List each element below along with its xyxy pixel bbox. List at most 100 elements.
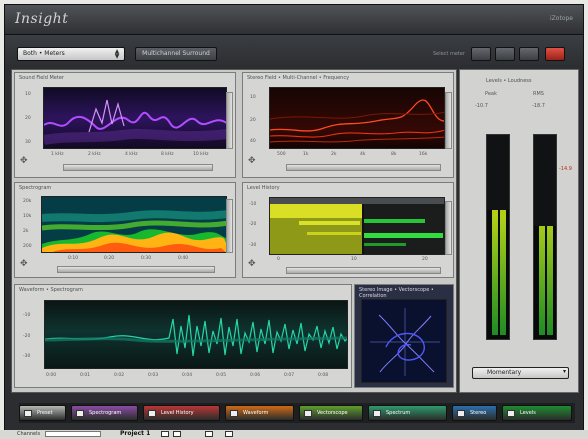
move-icon[interactable]: ✥ [248,259,256,269]
stereo-frequency-panel: Stereo Field • Multi-Channel • Frequency… [242,72,454,178]
x-tick: 16k [419,152,428,157]
frequency-line [270,111,444,120]
y-tick: 2k [23,229,29,234]
tab-waveform[interactable]: Waveform [225,405,294,421]
right-level-meter[interactable] [533,134,557,340]
preset-select[interactable]: Both • Meters ▲ ▼ [17,47,125,61]
tab-checkbox[interactable] [148,410,156,417]
panel-title: Sound Field Meter [19,75,64,81]
tab-stereo[interactable]: Stereo [452,405,497,421]
waveform-plot[interactable] [44,300,348,369]
status-bar: Channels Project 1 [0,430,588,439]
frequency-plot[interactable] [269,87,445,149]
left-meter-label: Peak [485,91,497,97]
horizontal-zoom-scrollbar[interactable] [286,267,441,274]
tab-checkbox[interactable] [373,410,381,417]
spectrum-floor [44,128,226,145]
spectrogram-plot[interactable] [41,196,227,253]
meter-mode-select[interactable]: Momentary ▾ [472,367,569,379]
red-frequency-svg [270,99,444,143]
tab-level-history[interactable]: Level History [143,405,220,421]
waveform-line [45,314,347,357]
project-control[interactable] [225,431,233,437]
loudness-marker: -14.9 [559,166,572,172]
level-history-segment [270,204,362,218]
waveform-centerline [45,336,347,343]
left-level-meter[interactable] [486,134,510,340]
tab-spectrogram[interactable]: Spectrogram [71,405,138,421]
toolbar: Both • Meters ▲ ▼ Multichannel Surround S… [5,35,583,69]
level-history-panel: Level History -10 -20 -30 0 10 20 ✥ [242,182,454,278]
x-tick: 4 kHz [125,152,138,157]
x-tick: 0:03 [148,373,159,378]
tab-checkbox[interactable] [507,410,515,417]
x-tick: 8 kHz [161,152,174,157]
vectorscope-plot[interactable] [361,299,447,383]
toolbar-label: Select meter [432,51,465,57]
spectrum-line [44,111,226,130]
move-icon[interactable]: ✥ [248,156,256,166]
tab-checkbox[interactable] [457,410,465,417]
vertical-zoom-scrollbar[interactable] [226,92,233,149]
tab-vectorscope[interactable]: Vectorscope [299,405,363,421]
project-control[interactable] [205,431,213,437]
x-tick: 4k [360,152,366,157]
title-bar: Insight iZotope [5,5,583,35]
x-tick: 0:05 [216,373,227,378]
meter-workspace: Sound Field Meter 10 20 30 1 kHz 2 kHz 4… [11,69,457,393]
y-tick: 40 [250,139,256,144]
vertical-zoom-scrollbar[interactable] [226,199,233,253]
vertical-zoom-scrollbar[interactable] [445,92,452,149]
project-name: Project 1 [120,430,151,437]
frequency-line [270,129,444,138]
tab-checkbox[interactable] [76,410,84,417]
panel-title: Stereo Field • Multi-Channel • Frequency [247,75,350,81]
tab-checkbox[interactable] [230,410,238,417]
tab-preset[interactable]: Preset [19,405,66,421]
project-control[interactable] [161,431,169,437]
horizontal-zoom-scrollbar[interactable] [286,164,441,171]
level-history-line [364,219,425,223]
x-tick: 0 [277,257,280,262]
move-icon[interactable]: ✥ [20,156,28,166]
level-history-plot[interactable] [269,197,445,255]
x-tick: 0:10 [68,256,79,261]
x-tick: 0:02 [114,373,125,378]
tab-spectrum[interactable]: Spectrum [368,405,447,421]
toolbar-button-3[interactable] [519,47,539,61]
x-tick: 0:06 [250,373,261,378]
sound-field-panel: Sound Field Meter 10 20 30 1 kHz 2 kHz 4… [14,72,236,178]
panel-title: Stereo Image • Vectorscope • Correlation [359,287,434,299]
project-control[interactable] [173,431,181,437]
x-tick: 0:00 [46,373,57,378]
tab-label: Preset [37,410,53,416]
y-tick: 10 [250,95,256,100]
x-tick: 0:20 [104,256,115,261]
move-icon[interactable]: ✥ [20,259,28,269]
x-tick: 2k [331,152,337,157]
toolbar-button-2[interactable] [495,47,515,61]
tab-levels[interactable]: Levels [502,405,572,421]
levels-meter-panel: Levels • Loudness Peak RMS -10.7 -18.7 -… [459,69,579,393]
y-tick: 20k [23,199,32,204]
toolbar-button-1[interactable] [471,47,491,61]
tab-label: Level History [161,410,194,416]
vertical-zoom-scrollbar[interactable] [445,201,452,255]
level-history-line [364,243,406,246]
spectrogram-svg [42,197,226,252]
tab-checkbox[interactable] [24,410,32,417]
x-tick: 8k [391,152,397,157]
layout-button[interactable]: Multichannel Surround [135,47,217,61]
horizontal-zoom-scrollbar[interactable] [63,164,213,171]
status-label: Channels [17,431,41,437]
right-meter-readout: -18.7 [532,103,545,109]
select-arrows-icon: ▾ [562,368,566,375]
horizontal-zoom-scrollbar[interactable] [57,266,215,273]
tab-checkbox[interactable] [304,410,312,417]
level-history-svg [270,198,444,254]
close-button[interactable] [545,47,565,61]
status-field[interactable] [45,431,101,437]
y-tick: 200 [23,244,32,249]
y-tick: -20 [249,222,257,227]
sound-field-plot[interactable] [43,87,227,149]
